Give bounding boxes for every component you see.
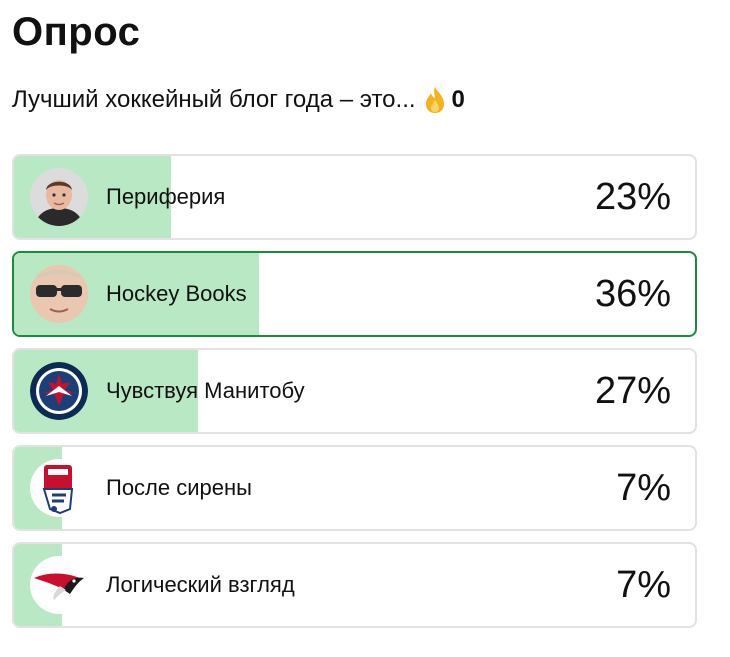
poll-option-chuvstvuya-manitobu[interactable]: Чувствуя Манитобу 27% (12, 348, 697, 434)
player-avatar-icon (30, 168, 88, 226)
poll-question-row: Лучший хоккейный блог года – это... 0 (12, 86, 465, 114)
avangard-logo-icon (30, 556, 88, 614)
poll-options: Периферия 23% Hockey Books 36% Чувствуя … (12, 154, 697, 639)
poll-option-periferia[interactable]: Периферия 23% (12, 154, 697, 240)
option-label: Чувствуя Манитобу (106, 378, 305, 403)
reactions-count: 0 (451, 86, 465, 113)
option-label: Логический взгляд (106, 572, 295, 597)
flame-icon[interactable] (424, 86, 446, 114)
option-percent: 7% (616, 466, 671, 509)
poll-option-hockey-books[interactable]: Hockey Books 36% (12, 251, 697, 337)
winnipeg-jets-logo-icon (30, 362, 88, 420)
option-percent: 7% (616, 563, 671, 606)
poll-title: Опрос (12, 10, 141, 54)
option-label: После сирены (106, 475, 252, 500)
poll-question: Лучший хоккейный блог года – это... (12, 86, 416, 113)
option-percent: 23% (594, 175, 671, 218)
poll-option-logicheskiy-vzglyad[interactable]: Логический взгляд 7% (12, 542, 697, 628)
option-percent: 36% (594, 272, 671, 315)
iihf-logo-icon (30, 459, 88, 517)
option-label: Периферия (106, 184, 226, 209)
option-percent: 27% (594, 369, 671, 412)
option-label: Hockey Books (106, 281, 247, 306)
sunglasses-avatar-icon (30, 265, 88, 323)
poll-option-posle-sireny[interactable]: После сирены 7% (12, 445, 697, 531)
